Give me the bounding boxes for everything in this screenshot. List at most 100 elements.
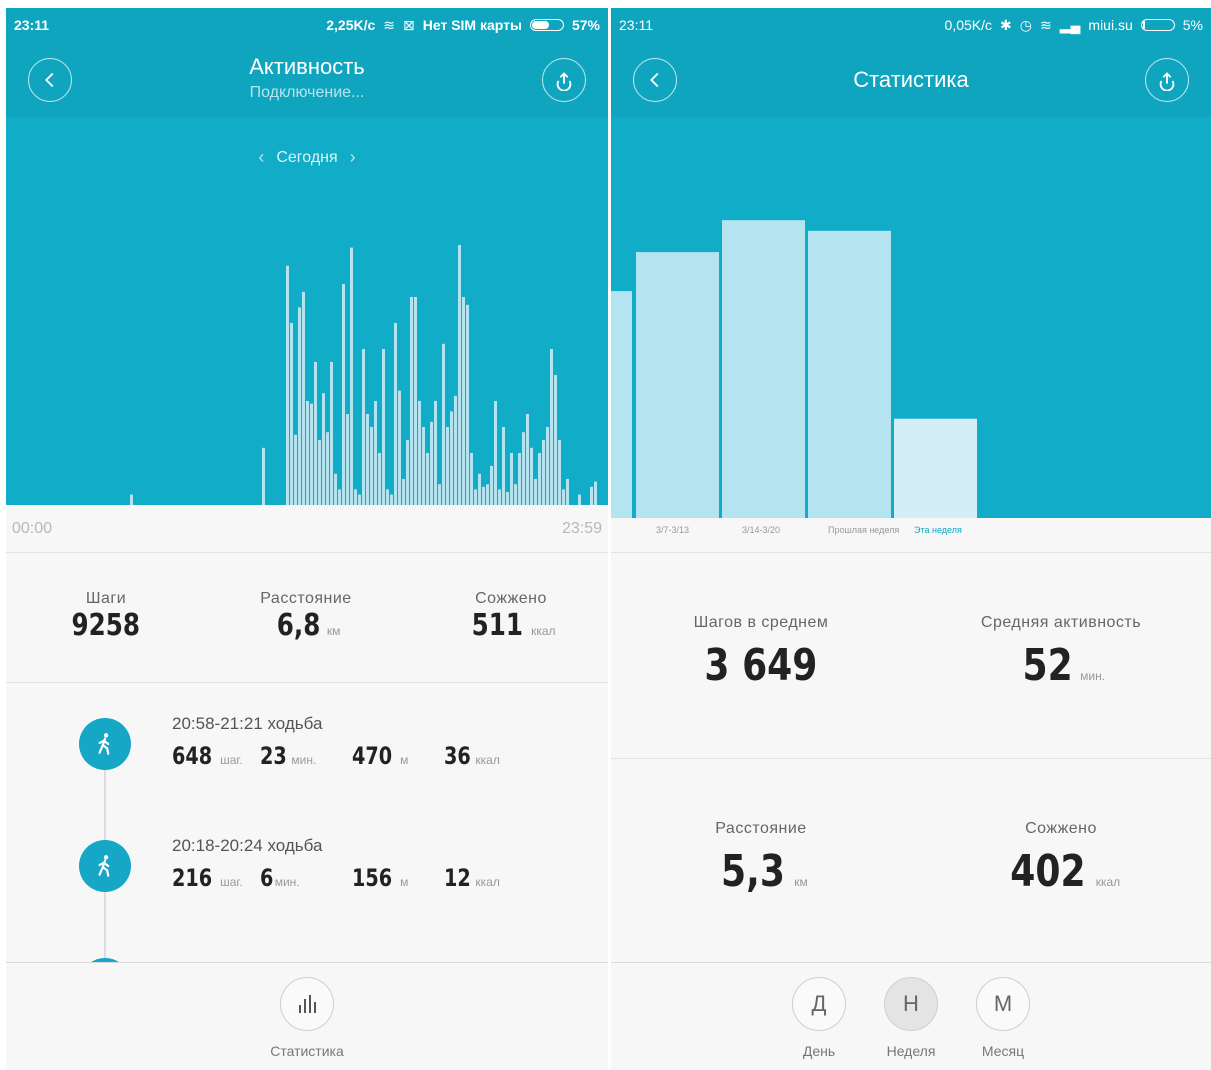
week-axis-label[interactable]: 3/14-3/20 [742,525,780,535]
distance-value: 5,3 [721,846,786,897]
activity-bar [310,403,313,505]
avg-activity-stat: Средняя активность 52 мин. [951,614,1171,691]
activity-bar [486,484,489,505]
period-selector: Д День Н Неделя М Месяц [611,962,1211,1070]
activity-bar [402,479,405,505]
activity-bar [526,414,529,505]
avg-steps-value: 3 649 [704,640,818,691]
divider [611,758,1211,759]
activity-kcal: 12 [444,864,471,892]
activity-bar [578,494,581,505]
activity-bar [338,489,341,505]
activity-meters: 156 [352,864,393,892]
distance-unit: км [794,875,808,889]
battery-percent: 57% [571,17,600,33]
activity-bar [294,434,297,505]
walking-icon [79,840,131,892]
activity-bar [398,390,401,505]
period-month-label: Месяц [981,1043,1025,1059]
activity-bar [590,486,593,505]
burned-stat: Сожжено 402 ккал [951,820,1171,897]
bottom-bar: Статистика [6,962,608,1070]
activity-bar [482,486,485,505]
day-chart-svg [130,245,597,505]
week-axis-label[interactable]: Прошлая неделя [828,525,899,535]
week-bar[interactable] [722,220,805,518]
burned-label: Сожжено [1025,820,1097,837]
burned-value: 511 [472,608,524,643]
distance-unit: км [326,624,341,638]
week-axis-labels: 3/7-3/13 3/14-3/20 Прошлая неделя Эта недел… [611,525,1211,539]
activity-kcal: 36 [444,742,471,770]
kcal-unit: ккал [475,875,500,889]
steps-unit: шаг. [220,753,243,767]
activity-bar [490,466,493,505]
activity-bar [350,247,353,505]
minutes-unit: мин. [274,875,300,889]
steps-unit: шаг. [220,875,243,889]
steps-value: 9258 [71,608,141,643]
activity-bar [366,414,369,505]
statistics-button[interactable] [280,977,334,1031]
distance-label: Расстояние [260,590,352,607]
activity-bar [358,494,361,505]
activity-bar [438,484,441,505]
burned-unit: ккал [1095,875,1121,889]
activity-bar [498,489,501,505]
activity-bar [470,453,473,505]
share-button[interactable] [542,58,586,102]
burned-stat: Сожжено 511 ккал [446,590,576,643]
activity-bar [326,432,329,505]
meters-unit: м [400,753,409,767]
activity-bar [290,323,293,505]
activity-bar [474,489,477,505]
day-activity-chart: ‹ Сегодня › [6,117,608,505]
activity-metrics: 648 шаг. 23 мин. 470 м 36 ккал [172,742,544,770]
week-bar[interactable] [894,418,977,518]
wifi-icon: ≋ [383,16,396,33]
divider [611,552,1211,553]
period-month-button[interactable]: М [976,977,1030,1031]
walking-icon [79,718,131,770]
activity-bar [298,307,301,505]
activity-bar [354,489,357,505]
week-bar[interactable] [636,252,719,518]
activity-bar [370,427,373,505]
activity-steps: 216 [172,864,213,892]
activity-bar [422,427,425,505]
sim-status: Нет SIM карты [422,17,522,33]
avg-activity-unit: мин. [1080,669,1106,683]
activity-bar [426,453,429,505]
week-axis-label[interactable]: Эта неделя [914,525,962,535]
battery-icon [529,19,564,31]
activity-bar [382,349,385,505]
meters-unit: м [400,875,409,889]
activity-bar [506,492,509,505]
activity-meters: 470 [352,742,393,770]
activity-bar [430,421,433,505]
activity-screen: 23:11 2,25K/с ≋ ⊠ Нет SIM карты 57% Акти… [6,8,608,1070]
activity-bar [342,284,345,505]
walking-figure [98,733,110,755]
week-bar[interactable] [808,230,891,518]
minutes-unit: мин. [291,753,317,767]
activity-bar [594,481,597,505]
activity-bar [458,245,461,505]
activity-bar [550,349,553,505]
divider [6,552,608,553]
week-axis-label[interactable]: 3/7-3/13 [656,525,689,535]
activity-bar [494,401,497,505]
activity-bar [454,395,457,505]
activity-bar [314,362,317,505]
activity-bar [378,453,381,505]
activity-bar [542,440,545,505]
connection-status: Подключение... [249,84,365,101]
activity-bar [306,401,309,505]
period-day-button[interactable]: Д [792,977,846,1031]
week-bar[interactable] [611,291,632,518]
activity-minutes: 23 [260,742,287,770]
period-week-button[interactable]: Н [884,977,938,1031]
activity-bar [394,323,397,505]
activity-bar [450,411,453,505]
activity-metrics: 216 шаг. 6мин. 156 м 12 ккал [172,864,544,892]
